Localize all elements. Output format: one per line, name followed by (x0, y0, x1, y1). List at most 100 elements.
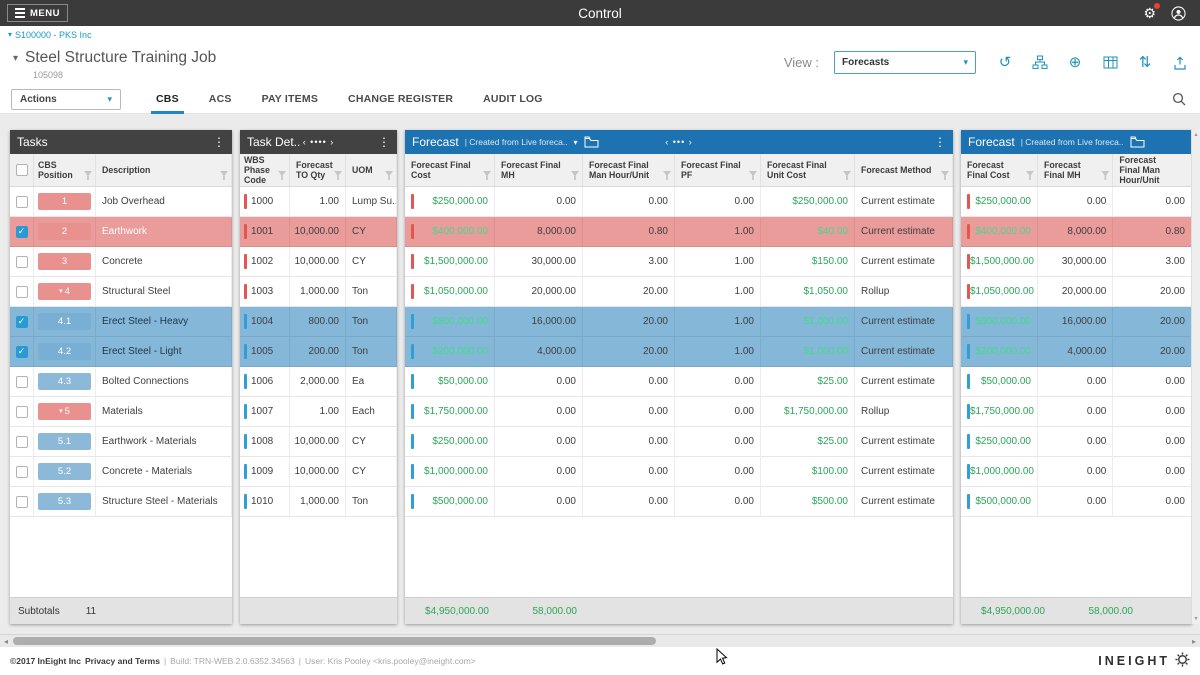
table-row[interactable]: 100810,000.00CY (240, 427, 397, 457)
kebab-menu-icon[interactable]: ⋮ (378, 135, 390, 149)
table-row[interactable]: $1,050,000.0020,000.0020.00 (961, 277, 1192, 307)
row-checkbox[interactable] (16, 376, 28, 388)
filter-icon[interactable] (663, 171, 671, 180)
table-row[interactable]: ✓4.2Erect Steel - Light (10, 337, 232, 367)
table-row[interactable]: 100910,000.00CY (240, 457, 397, 487)
column-header-forecast-final-mh[interactable]: Forecast Final MH (495, 154, 583, 186)
table-row[interactable]: 10062,000.00Ea (240, 367, 397, 397)
row-checkbox[interactable] (16, 466, 28, 478)
table-row[interactable]: $50,000.000.000.00 (961, 367, 1192, 397)
filter-icon[interactable] (483, 171, 491, 180)
table-row[interactable]: $200,000.004,000.0020.00 (961, 337, 1192, 367)
column-header-wbs[interactable]: WBS Phase Code (240, 154, 290, 186)
table-row[interactable]: $50,000.000.000.000.00$25.00Current esti… (405, 367, 953, 397)
row-checkbox[interactable]: ✓ (16, 226, 28, 238)
column-header-unit-cost[interactable]: Forecast Final Unit Cost (761, 154, 855, 186)
column-header-description[interactable]: Description (96, 154, 232, 186)
scroll-up-icon[interactable]: ▴ (1194, 132, 1197, 138)
job-title-dropdown[interactable]: ▾ Steel Structure Training Job (13, 49, 216, 67)
user-account-icon[interactable] (1171, 6, 1186, 21)
table-row[interactable]: $500,000.000.000.000.00$500.00Current es… (405, 487, 953, 517)
cbs-position-badge[interactable]: 4.1 (38, 313, 91, 330)
table-row[interactable]: ✓4.1Erect Steel - Heavy (10, 307, 232, 337)
table-row[interactable]: $400,000.008,000.000.80 (961, 217, 1192, 247)
chevron-down-icon[interactable]: ▾ (574, 138, 578, 147)
row-checkbox[interactable]: ✓ (16, 346, 28, 358)
table-row[interactable]: $200,000.004,000.0020.001.00$1,000.00Cur… (405, 337, 953, 367)
table-row[interactable]: 100210,000.00CY (240, 247, 397, 277)
column-header-man-hour-unit[interactable]: Forecast Final Man Hour/Unit (1113, 154, 1192, 186)
filter-icon[interactable] (220, 171, 228, 180)
horizontal-scrollbar[interactable]: ◂ ▸ (0, 634, 1200, 647)
table-row[interactable]: $250,000.000.000.000.00$25.00Current est… (405, 427, 953, 457)
filter-icon[interactable] (571, 171, 579, 180)
table-row[interactable]: 3Concrete (10, 247, 232, 277)
row-checkbox[interactable]: ✓ (16, 316, 28, 328)
table-row[interactable]: 1005200.00Ton (240, 337, 397, 367)
scrollbar-thumb[interactable] (13, 637, 656, 645)
tab-acs[interactable]: ACS (194, 85, 247, 114)
actions-dropdown[interactable]: Actions ▾ (11, 89, 121, 110)
column-header-man-hour-unit[interactable]: Forecast Final Man Hour/Unit (583, 154, 675, 186)
table-row[interactable]: $1,050,000.0020,000.0020.001.00$1,050.00… (405, 277, 953, 307)
filter-icon[interactable] (385, 171, 393, 180)
menu-button[interactable]: MENU (7, 4, 68, 22)
table-row[interactable]: 10001.00Lump Su.. (240, 187, 397, 217)
cbs-position-badge[interactable]: 2 (38, 223, 91, 240)
open-forecast-folder-icon[interactable] (1130, 136, 1145, 148)
undo-icon[interactable]: ↺ (995, 54, 1015, 72)
table-row[interactable]: $400,000.008,000.000.801.00$40.00Current… (405, 217, 953, 247)
column-header-forecast-to-qty[interactable]: Forecast TO Qty (290, 154, 346, 186)
filter-icon[interactable] (1026, 171, 1034, 180)
column-header-forecast-final-cost[interactable]: Forecast Final Cost (405, 154, 495, 186)
table-row[interactable]: $500,000.000.000.00 (961, 487, 1192, 517)
breadcrumb-project-link[interactable]: S100000 - PKS Inc (15, 30, 92, 40)
tab-change-register[interactable]: CHANGE REGISTER (333, 85, 468, 114)
collapse-row-icon[interactable]: ▾ (59, 288, 63, 295)
table-row[interactable]: $800,000.0016,000.0020.00 (961, 307, 1192, 337)
cbs-position-badge[interactable]: 5.2 (38, 463, 91, 480)
tab-audit-log[interactable]: AUDIT LOG (468, 85, 558, 114)
row-checkbox[interactable] (16, 406, 28, 418)
table-row[interactable]: 10101,000.00Ton (240, 487, 397, 517)
kebab-menu-icon[interactable]: ⋮ (213, 135, 225, 149)
data-grid-icon[interactable] (1100, 54, 1120, 72)
row-checkbox[interactable] (16, 286, 28, 298)
cbs-position-badge[interactable]: 4.3 (38, 373, 91, 390)
cbs-position-badge[interactable]: 4.2 (38, 343, 91, 360)
table-row[interactable]: 5.3Structure Steel - Materials (10, 487, 232, 517)
table-row[interactable]: $250,000.000.000.00 (961, 427, 1192, 457)
table-row[interactable]: ▾5Materials (10, 397, 232, 427)
table-row[interactable]: 5.2Concrete - Materials (10, 457, 232, 487)
scroll-left-icon[interactable]: ◂ (0, 635, 12, 647)
collapse-row-icon[interactable]: ▾ (59, 408, 63, 415)
filter-icon[interactable] (843, 171, 851, 180)
column-header-pf[interactable]: Forecast Final PF (675, 154, 761, 186)
table-row[interactable]: $1,500,000.0030,000.003.001.00$150.00Cur… (405, 247, 953, 277)
table-row[interactable]: $1,000,000.000.000.00 (961, 457, 1192, 487)
table-row[interactable]: ▾4Structural Steel (10, 277, 232, 307)
kebab-menu-icon[interactable]: ⋮ (934, 135, 946, 149)
table-row[interactable]: ✓2Earthwork (10, 217, 232, 247)
privacy-terms-link[interactable]: Privacy and Terms (85, 656, 160, 666)
view-select[interactable]: Forecasts ▾ (834, 51, 976, 74)
table-row[interactable]: 1004800.00Ton (240, 307, 397, 337)
table-row[interactable]: 4.3Bolted Connections (10, 367, 232, 397)
scroll-right-icon[interactable]: ▸ (1188, 635, 1200, 647)
row-checkbox[interactable] (16, 196, 28, 208)
filter-icon[interactable] (941, 171, 949, 180)
open-forecast-folder-icon[interactable] (584, 136, 599, 148)
breadcrumb-caret-icon[interactable]: ▾ (8, 30, 12, 39)
search-icon[interactable] (1172, 92, 1186, 106)
table-row[interactable]: $1,750,000.000.000.00 (961, 397, 1192, 427)
export-icon[interactable] (1170, 54, 1190, 72)
cbs-position-badge[interactable]: 5.1 (38, 433, 91, 450)
tab-pay-items[interactable]: PAY ITEMS (247, 85, 333, 114)
column-header-forecast-final-cost[interactable]: Forecast Final Cost (961, 154, 1038, 186)
vertical-scrollbar[interactable]: ▴ ▾ (1191, 130, 1200, 624)
table-row[interactable]: $1,500,000.0030,000.003.00 (961, 247, 1192, 277)
cbs-position-badge[interactable]: 1 (38, 193, 91, 210)
table-row[interactable]: $1,750,000.000.000.000.00$1,750,000.00Ro… (405, 397, 953, 427)
table-row[interactable]: 1Job Overhead (10, 187, 232, 217)
tab-cbs[interactable]: CBS (141, 85, 194, 114)
